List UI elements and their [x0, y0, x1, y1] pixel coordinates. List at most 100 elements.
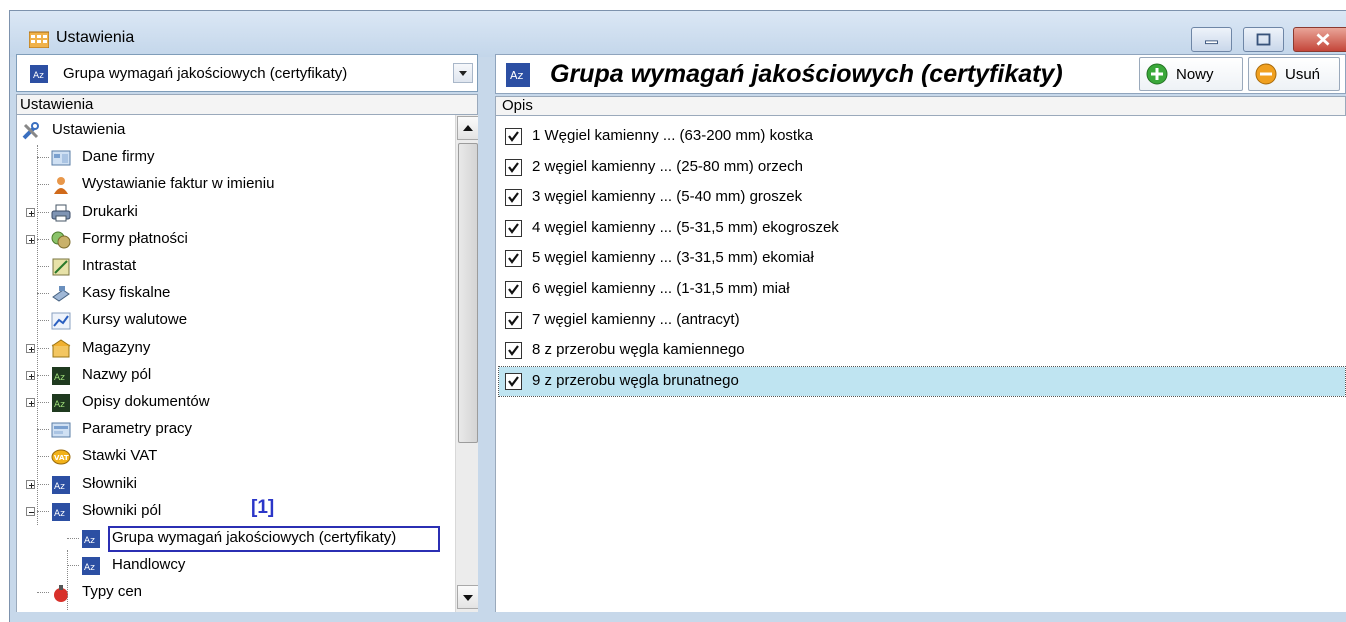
tree-collapse-button[interactable]	[26, 506, 35, 516]
item-checkbox[interactable]	[505, 342, 522, 360]
tree-connector	[37, 510, 49, 512]
tree-connector	[37, 293, 49, 295]
tree-item-label: Ustawienia	[52, 121, 126, 138]
svg-text:Az: Az	[54, 400, 65, 410]
item-checkbox[interactable]	[505, 158, 522, 176]
minimize-icon	[1205, 40, 1218, 45]
tree-connector	[37, 429, 49, 431]
tree-connector	[67, 550, 68, 610]
list-item[interactable]: 4 węgiel kamienny ... (5-31,5 mm) ekogro…	[499, 214, 1345, 243]
az-blue-icon: Az	[30, 65, 48, 83]
close-button[interactable]	[1293, 27, 1346, 52]
tree-expand-button[interactable]	[26, 370, 35, 380]
svg-text:Az: Az	[84, 536, 95, 546]
tree-expand-button[interactable]	[26, 343, 35, 353]
new-button-label: Nowy	[1176, 66, 1214, 83]
az-green-icon: Az	[52, 366, 70, 385]
settings-right-panel: Az Grupa wymagań jakościowych (certyfika…	[495, 54, 1346, 612]
tree-item-label: Opisy dokumentów	[82, 393, 210, 410]
list-item[interactable]: 8 z przerobu węgla kamiennego	[499, 336, 1345, 365]
tree-connector	[37, 145, 38, 525]
warehouse-icon	[51, 338, 71, 358]
tree-connector	[67, 538, 79, 539]
tree-connector	[37, 320, 49, 322]
item-checkbox[interactable]	[505, 219, 522, 237]
svg-text:Az: Az	[54, 373, 65, 383]
payment-icon	[51, 231, 71, 249]
tree-expand-button[interactable]	[26, 398, 35, 407]
list-item[interactable]: 5 węgiel kamienny ... (3-31,5 mm) ekomia…	[499, 244, 1345, 273]
delete-button-label: Usuń	[1285, 66, 1321, 83]
list-item[interactable]: 6 węgiel kamienny ... (1-31,5 mm) miał	[499, 275, 1345, 304]
tree-item-label: Nazwy pól	[82, 365, 152, 383]
svg-text:Az: Az	[33, 71, 44, 81]
tree-connector	[37, 483, 49, 485]
list-item-text: 2 węgiel kamienny ... (25-80 mm) orzech	[532, 157, 803, 175]
az-blue-icon: Az	[82, 530, 100, 548]
tree-item-label: Słowniki	[82, 474, 138, 492]
list-item[interactable]: 1 Węgiel kamienny ... (63-200 mm) kostka	[499, 122, 1345, 151]
settings-tree[interactable]: Ustawienia Dane firmy Wystawianie faktur w…	[16, 115, 478, 612]
list-item[interactable]: 9 z przerobu węgla brunatnego	[498, 365, 1346, 397]
tree-item-label: Parametry pracy	[82, 420, 193, 438]
checkmark-icon	[508, 131, 519, 142]
list-item[interactable]: 3 węgiel kamienny ... (5-40 mm) groszek	[499, 183, 1345, 212]
az-blue-icon: Az	[82, 557, 100, 576]
vat-icon: VAT	[51, 449, 71, 465]
scroll-down-button[interactable]	[457, 585, 478, 609]
tree-connector	[37, 184, 49, 186]
new-button[interactable]: Nowy	[1139, 57, 1243, 91]
minimize-button[interactable]	[1191, 27, 1232, 52]
tree-item-label: Kasy fiskalne	[82, 284, 171, 302]
scroll-up-button[interactable]	[457, 116, 478, 140]
list-item[interactable]: 2 węgiel kamienny ... (25-80 mm) orzech	[499, 153, 1345, 182]
checkmark-icon	[508, 376, 519, 387]
list-item[interactable]: 7 węgiel kamienny ... (antracyt)	[499, 306, 1345, 335]
tree-column-header[interactable]: Ustawienia	[16, 94, 478, 115]
right-toolbar: Az Grupa wymagań jakościowych (certyfika…	[495, 54, 1346, 94]
svg-text:Az: Az	[510, 69, 524, 82]
maximize-button[interactable]	[1243, 27, 1284, 52]
tree-expand-button[interactable]	[26, 479, 35, 489]
list-item-text: 4 węgiel kamienny ... (5-31,5 mm) ekogro…	[532, 218, 839, 236]
az-blue-icon: Az	[52, 502, 70, 521]
combo-dropdown-button[interactable]	[453, 63, 473, 83]
item-checkbox[interactable]	[505, 250, 522, 268]
tree-connector	[37, 402, 49, 403]
svg-text:Az: Az	[54, 482, 65, 492]
item-checkbox[interactable]	[505, 189, 522, 207]
list-item-text: 3 węgiel kamienny ... (5-40 mm) groszek	[532, 188, 803, 206]
item-checkbox[interactable]	[505, 128, 522, 145]
settings-section-combo[interactable]: Az Grupa wymagań jakościowych (certyfika…	[16, 54, 478, 92]
tree-expand-button[interactable]	[26, 234, 35, 244]
annotation-marker: [1]	[251, 497, 275, 518]
tree-connector	[37, 157, 49, 159]
tree-expand-button[interactable]	[26, 207, 35, 217]
close-icon	[1316, 33, 1330, 46]
list-column-header[interactable]: Opis	[495, 96, 1346, 116]
settings-app-icon	[29, 31, 49, 48]
item-checkbox[interactable]	[505, 372, 522, 390]
chevron-up-icon	[463, 125, 473, 131]
tree-item-label: Magazyny	[82, 338, 151, 356]
checkmark-icon	[508, 314, 519, 326]
requirements-list[interactable]: 1 Węgiel kamienny ... (63-200 mm) kostka…	[495, 116, 1346, 612]
company-data-icon	[51, 150, 71, 166]
delete-button[interactable]: Usuń	[1248, 57, 1340, 91]
checkmark-icon	[508, 161, 519, 173]
item-checkbox[interactable]	[505, 311, 522, 329]
az-blue-icon: Az	[52, 475, 70, 494]
tree-item-label: Formy płatności	[82, 229, 188, 247]
item-checkbox[interactable]	[505, 281, 522, 298]
scroll-thumb[interactable]	[458, 143, 478, 443]
tree-item-label: Intrastat	[82, 257, 137, 274]
checkmark-icon	[508, 253, 519, 265]
tree-scrollbar[interactable]	[455, 115, 478, 612]
tree-item-label: Stawki VAT	[82, 447, 158, 465]
title-bar[interactable]: Ustawienia	[10, 11, 1346, 57]
svg-text:VAT: VAT	[54, 454, 69, 462]
list-item-text: 7 węgiel kamienny ... (antracyt)	[532, 310, 740, 328]
tree-connector	[37, 211, 49, 213]
window-title: Ustawienia	[56, 29, 135, 46]
checkmark-icon	[508, 192, 519, 204]
